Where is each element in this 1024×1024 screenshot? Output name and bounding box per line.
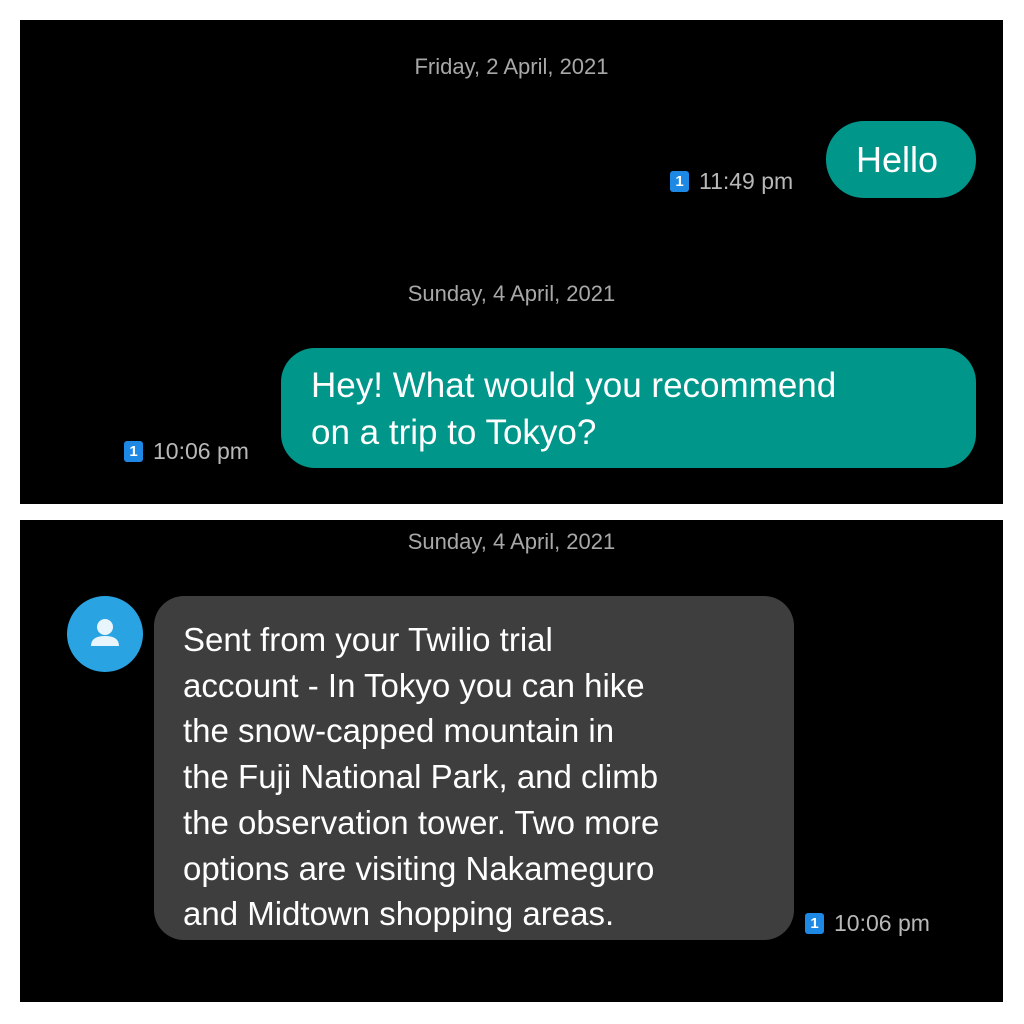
date-separator: Sunday, 4 April, 2021 [407, 529, 616, 554]
message-line: and Midtown shopping areas. [183, 895, 615, 933]
date-separator: Friday, 2 April, 2021 [414, 54, 609, 79]
date-separator: Sunday, 4 April, 2021 [407, 281, 616, 306]
sent-message-bubble[interactable]: Hey! What would you recommend on a trip … [281, 348, 976, 468]
person-icon [91, 619, 119, 646]
sim-1-icon: 1 [124, 441, 143, 462]
message-line: account - In Tokyo you can hike [183, 666, 645, 704]
message-line: Hey! What would you recommend [311, 366, 837, 405]
sent-message-bubble[interactable]: Hello [826, 121, 976, 198]
message-meta: 1 10:06 pm [805, 910, 930, 937]
sim-1-icon: 1 [805, 913, 824, 934]
message-time: 10:06 pm [153, 438, 249, 464]
message-line: the Fuji National Park, and climb [183, 758, 659, 796]
message-line: Sent from your Twilio trial [183, 621, 553, 658]
sim-1-icon: 1 [670, 171, 689, 192]
message-line: on a trip to Tokyo? [311, 413, 597, 452]
message-meta: 1 11:49 pm [670, 168, 793, 195]
message-time: 11:49 pm [699, 168, 794, 194]
received-message-bubble[interactable]: Sent from your Twilio trial account - In… [154, 596, 794, 940]
message-line: the observation tower. Two more [183, 803, 660, 841]
message-line: the snow-capped mountain in [183, 712, 615, 750]
contact-avatar[interactable] [67, 596, 143, 672]
top-screenshot-panel: Friday, 2 April, 2021 1 11:49 pm Hello S… [20, 20, 1003, 504]
bottom-screenshot-panel: Sunday, 4 April, 2021 Sent from your Twi… [20, 520, 1003, 1002]
message-line: options are visiting Nakameguro [183, 849, 655, 887]
message-meta: 1 10:06 pm [124, 438, 249, 465]
message-time: 10:06 pm [834, 910, 930, 936]
message-text: Hello [856, 139, 939, 180]
